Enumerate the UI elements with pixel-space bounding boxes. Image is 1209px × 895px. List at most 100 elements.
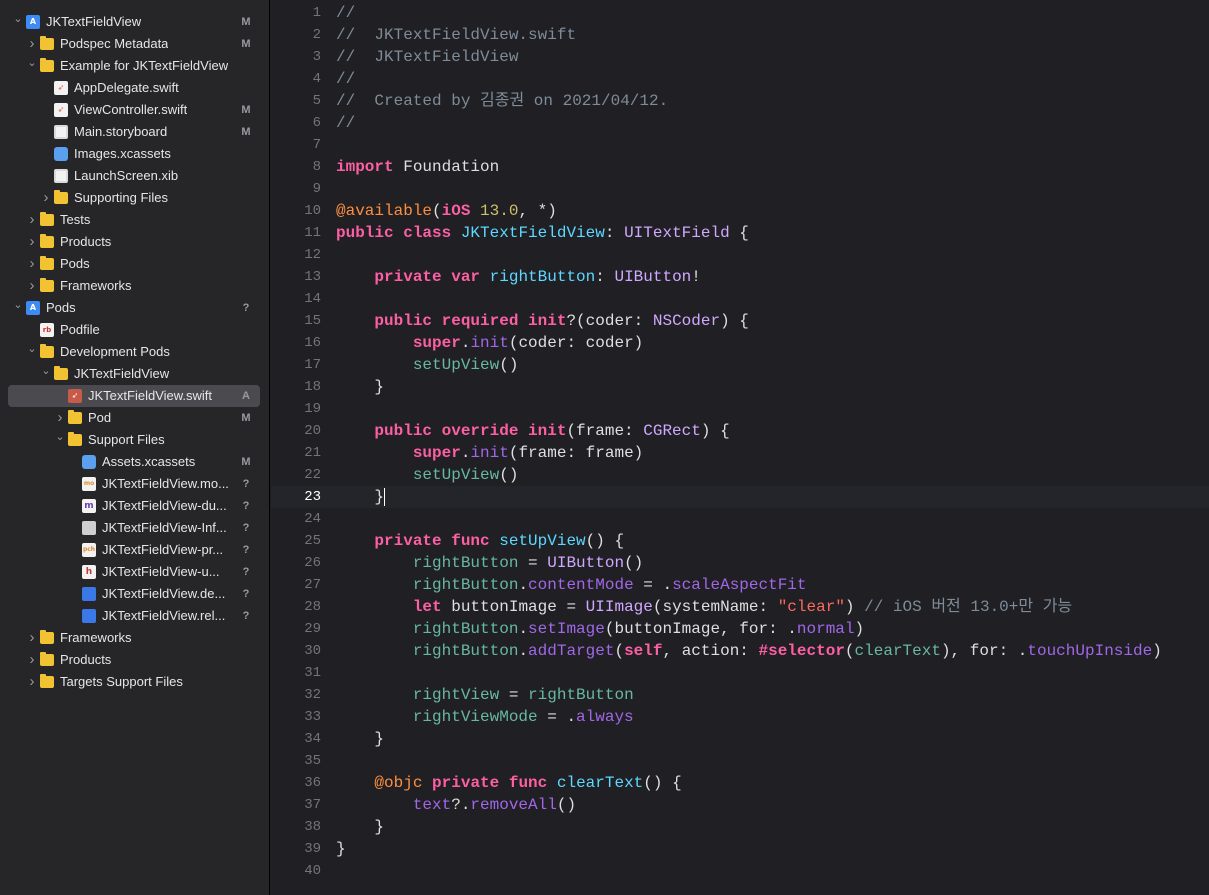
code-line[interactable]: //: [336, 112, 355, 134]
nav-row-file-assets-xcassets[interactable]: Assets.xcassets M: [0, 451, 269, 473]
code-line[interactable]: private func setUpView() {: [336, 530, 624, 552]
source-editor[interactable]: 1 // 2 // JKTextFieldView.swift 3 // JKTextFi…: [271, 0, 1209, 895]
code-line[interactable]: public override init(frame: CGRect) {: [336, 420, 729, 442]
chevron-right-icon[interactable]: ›: [26, 671, 38, 693]
line-number: 30: [304, 643, 321, 659]
code-line[interactable]: }: [336, 486, 386, 508]
code-line[interactable]: setUpView(): [336, 464, 519, 486]
chevron-right-icon[interactable]: ›: [26, 275, 38, 297]
code-token: }: [336, 840, 346, 858]
nav-row-file-modulemap[interactable]: mo JKTextFieldView.mo...?: [0, 473, 269, 495]
nav-row-file-info-plist[interactable]: JKTextFieldView-Inf...?: [0, 517, 269, 539]
code-line[interactable]: }: [336, 838, 346, 860]
code-line[interactable]: let buttonImage = UIImage(systemName: "c…: [336, 596, 1072, 618]
nav-row-file-dummy-m[interactable]: m JKTextFieldView-du...?: [0, 495, 269, 517]
chevron-right-icon[interactable]: ›: [26, 231, 38, 253]
code-line[interactable]: //: [336, 2, 355, 24]
code-line[interactable]: // JKTextFieldView.swift: [336, 24, 576, 46]
code-line[interactable]: super.init(frame: frame): [336, 442, 643, 464]
code-line[interactable]: @objc private func clearText() {: [336, 772, 681, 794]
code-line[interactable]: super.init(coder: coder): [336, 332, 643, 354]
code-token: @available: [336, 202, 433, 220]
code-token: public override init: [374, 422, 567, 440]
code-token: UIButton: [547, 554, 625, 572]
nav-row-folder-development-pods[interactable]: ⌄ Development Pods: [0, 341, 269, 363]
nav-row-folder-pod[interactable]: › Pod M: [0, 407, 269, 429]
code-line[interactable]: rightView = rightButton: [336, 684, 634, 706]
nav-row-file-debug-xcconfig[interactable]: JKTextFieldView.de...?: [0, 583, 269, 605]
nav-row-file-images-xcassets[interactable]: Images.xcassets: [0, 143, 269, 165]
chevron-down-icon[interactable]: ⌄: [54, 429, 66, 451]
code-token: ) {: [720, 312, 749, 330]
chevron-right-icon[interactable]: ›: [26, 209, 38, 231]
code-line[interactable]: setUpView(): [336, 354, 519, 376]
code-line[interactable]: //: [336, 68, 355, 90]
code-line[interactable]: }: [336, 816, 384, 838]
code-line[interactable]: }: [336, 376, 384, 398]
nav-row-project-jktextfieldview[interactable]: ⌄ A JKTextFieldView M: [0, 11, 269, 33]
nav-row-folder-frameworks[interactable]: › Frameworks: [0, 275, 269, 297]
chevron-down-icon[interactable]: ⌄: [12, 11, 24, 33]
code-line[interactable]: public required init?(coder: NSCoder) {: [336, 310, 749, 332]
chevron-down-icon[interactable]: ⌄: [12, 297, 24, 319]
code-line[interactable]: private var rightButton: UIButton!: [336, 266, 700, 288]
nav-row-label: ViewController.swift: [74, 102, 188, 117]
nav-row-file-release-xcconfig[interactable]: JKTextFieldView.rel...?: [0, 605, 269, 627]
chevron-right-icon[interactable]: ›: [26, 649, 38, 671]
nav-row-file-jktextfieldview-swift[interactable]: ➶ JKTextFieldView.swift A: [0, 385, 269, 407]
chevron-right-icon[interactable]: ›: [26, 627, 38, 649]
nav-row-folder-frameworks-2[interactable]: › Frameworks: [0, 627, 269, 649]
code-token: {: [729, 224, 749, 242]
nav-row-folder-supporting-files[interactable]: › Supporting Files: [0, 187, 269, 209]
code-line[interactable]: public class JKTextFieldView: UITextFiel…: [336, 222, 749, 244]
chevron-right-icon[interactable]: ›: [54, 407, 66, 429]
code-line[interactable]: text?.removeAll(): [336, 794, 576, 816]
chevron-right-icon[interactable]: ›: [26, 253, 38, 275]
nav-row-file-umbrella-h[interactable]: h JKTextFieldView-u...?: [0, 561, 269, 583]
code-line[interactable]: // JKTextFieldView: [336, 46, 518, 68]
code-token: init: [470, 334, 509, 352]
nav-row-folder-podspec-metadata[interactable]: › Podspec Metadata M: [0, 33, 269, 55]
code-token: private var: [374, 268, 481, 286]
nav-row-file-podfile[interactable]: rb Podfile: [0, 319, 269, 341]
line-number: 6: [312, 115, 321, 131]
code-token: }: [336, 818, 385, 836]
code-line[interactable]: rightButton.addTarget(self, action: #sel…: [336, 640, 1162, 662]
nav-row-file-viewcontroller[interactable]: ➶ ViewController.swift M: [0, 99, 269, 121]
chevron-down-icon[interactable]: ⌄: [26, 341, 38, 363]
nav-row-folder-example[interactable]: ⌄ Example for JKTextFieldView: [0, 55, 269, 77]
nav-row-folder-targets-support-files[interactable]: › Targets Support Files: [0, 671, 269, 693]
nav-row-file-prefix-pch[interactable]: pch JKTextFieldView-pr...?: [0, 539, 269, 561]
folder-icon: [40, 234, 54, 248]
chevron-right-icon[interactable]: ›: [40, 187, 52, 209]
nav-row-folder-support-files[interactable]: ⌄ Support Files: [0, 429, 269, 451]
nav-row-folder-pods[interactable]: › Pods: [0, 253, 269, 275]
code-token: rightView: [412, 686, 500, 704]
code-line[interactable]: @available(iOS 13.0, *): [336, 200, 557, 222]
nav-row-file-launchscreen-xib[interactable]: LaunchScreen.xib: [0, 165, 269, 187]
code-line[interactable]: rightButton = UIButton(): [336, 552, 643, 574]
chevron-down-icon[interactable]: ⌄: [40, 363, 52, 385]
code-line[interactable]: }: [336, 728, 384, 750]
code-line[interactable]: import Foundation: [336, 156, 499, 178]
chevron-down-icon[interactable]: ⌄: [26, 55, 38, 77]
nav-row-folder-jktextfieldview[interactable]: ⌄ JKTextFieldView: [0, 363, 269, 385]
nav-row-folder-products-2[interactable]: › Products: [0, 649, 269, 671]
code-line[interactable]: rightButton.setImage(buttonImage, for: .…: [336, 618, 864, 640]
nav-row-project-pods[interactable]: ⌄ A Pods?: [0, 297, 269, 319]
nav-row-label: Images.xcassets: [74, 146, 171, 161]
prefix-header-icon: mo: [82, 477, 96, 491]
code-token: ): [1152, 642, 1162, 660]
chevron-right-icon[interactable]: ›: [26, 33, 38, 55]
line-number: 7: [312, 137, 321, 153]
code-token: // Created by 김종권 on 2021/04/12.: [336, 92, 669, 110]
nav-row-folder-tests[interactable]: › Tests: [0, 209, 269, 231]
nav-row-file-appdelegate[interactable]: ➶ AppDelegate.swift: [0, 77, 269, 99]
line-number: 22: [304, 467, 321, 483]
code-line[interactable]: rightViewMode = .always: [336, 706, 634, 728]
code-line[interactable]: // Created by 김종권 on 2021/04/12.: [336, 90, 668, 112]
nav-row-file-main-storyboard[interactable]: Main.storyboard M: [0, 121, 269, 143]
nav-row-folder-products[interactable]: › Products: [0, 231, 269, 253]
code-line[interactable]: rightButton.contentMode = .scaleAspectFi…: [336, 574, 807, 596]
